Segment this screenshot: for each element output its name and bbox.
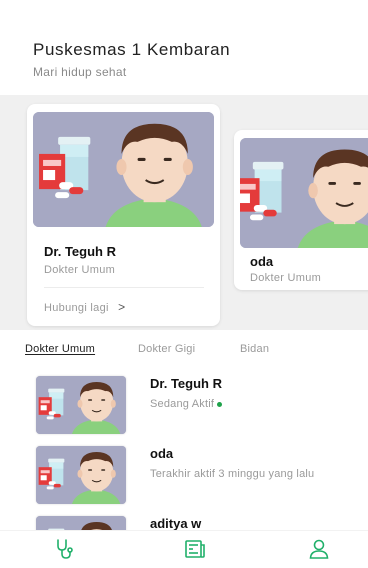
stethoscope-icon[interactable]: [54, 537, 78, 561]
tab-dokter-gigi[interactable]: Dokter Gigi: [138, 343, 195, 355]
featured-doctor-card[interactable]: oda Dokter Umum: [234, 130, 368, 290]
featured-doctors-carousel[interactable]: Dr. Teguh R Dokter Umum Hubungi lagi > o…: [0, 95, 368, 330]
tab-dokter-umum[interactable]: Dokter Umum: [25, 343, 95, 355]
doctor-name: Dr. Teguh R: [44, 244, 116, 259]
tab-bidan[interactable]: Bidan: [240, 343, 269, 355]
doctor-thumbnail: [36, 516, 126, 530]
featured-doctor-card[interactable]: Dr. Teguh R Dokter Umum Hubungi lagi >: [27, 104, 220, 326]
doctor-name: oda: [250, 254, 274, 269]
doctor-status-text: Terakhir aktif 3 minggu yang lalu: [150, 468, 315, 480]
doctor-list-item[interactable]: aditya w: [0, 508, 368, 530]
news-icon[interactable]: [183, 537, 207, 561]
contact-again-link[interactable]: Hubungi lagi >: [44, 300, 125, 314]
doctor-name: aditya w: [150, 516, 202, 530]
doctor-role: Dokter Umum: [250, 272, 322, 284]
doctor-name: Dr. Teguh R: [150, 376, 222, 391]
doctor-status: Terakhir aktif 3 minggu yang lalu: [150, 466, 350, 482]
doctor-category-tabs: Dokter Umum Dokter Gigi Bidan: [0, 339, 368, 363]
page-title: Puskesmas 1 Kembaran: [33, 40, 231, 59]
doctor-thumbnail: [36, 376, 126, 434]
page-subtitle: Mari hidup sehat: [33, 65, 127, 79]
doctor-avatar: [33, 112, 214, 227]
doctor-status-text: Sedang Aktif: [150, 398, 215, 410]
online-dot-icon: [217, 401, 223, 407]
profile-icon[interactable]: [307, 537, 331, 561]
card-divider: [44, 287, 204, 288]
app-header: Puskesmas 1 Kembaran Mari hidup sehat: [0, 0, 368, 92]
doctor-avatar: [240, 138, 368, 248]
doctor-list-item[interactable]: Dr. Teguh R Sedang Aktif: [0, 368, 368, 438]
contact-again-label: Hubungi lagi: [44, 302, 109, 314]
doctor-status: Sedang Aktif: [150, 396, 350, 412]
doctor-thumbnail: [36, 446, 126, 504]
doctor-role: Dokter Umum: [44, 264, 116, 276]
bottom-navigation: [0, 530, 368, 568]
doctor-list-item[interactable]: oda Terakhir aktif 3 minggu yang lalu: [0, 438, 368, 508]
chevron-right-icon: >: [118, 300, 126, 314]
doctor-name: oda: [150, 446, 174, 461]
doctor-list[interactable]: Dr. Teguh R Sedang Aktif oda Terakhir ak…: [0, 368, 368, 530]
